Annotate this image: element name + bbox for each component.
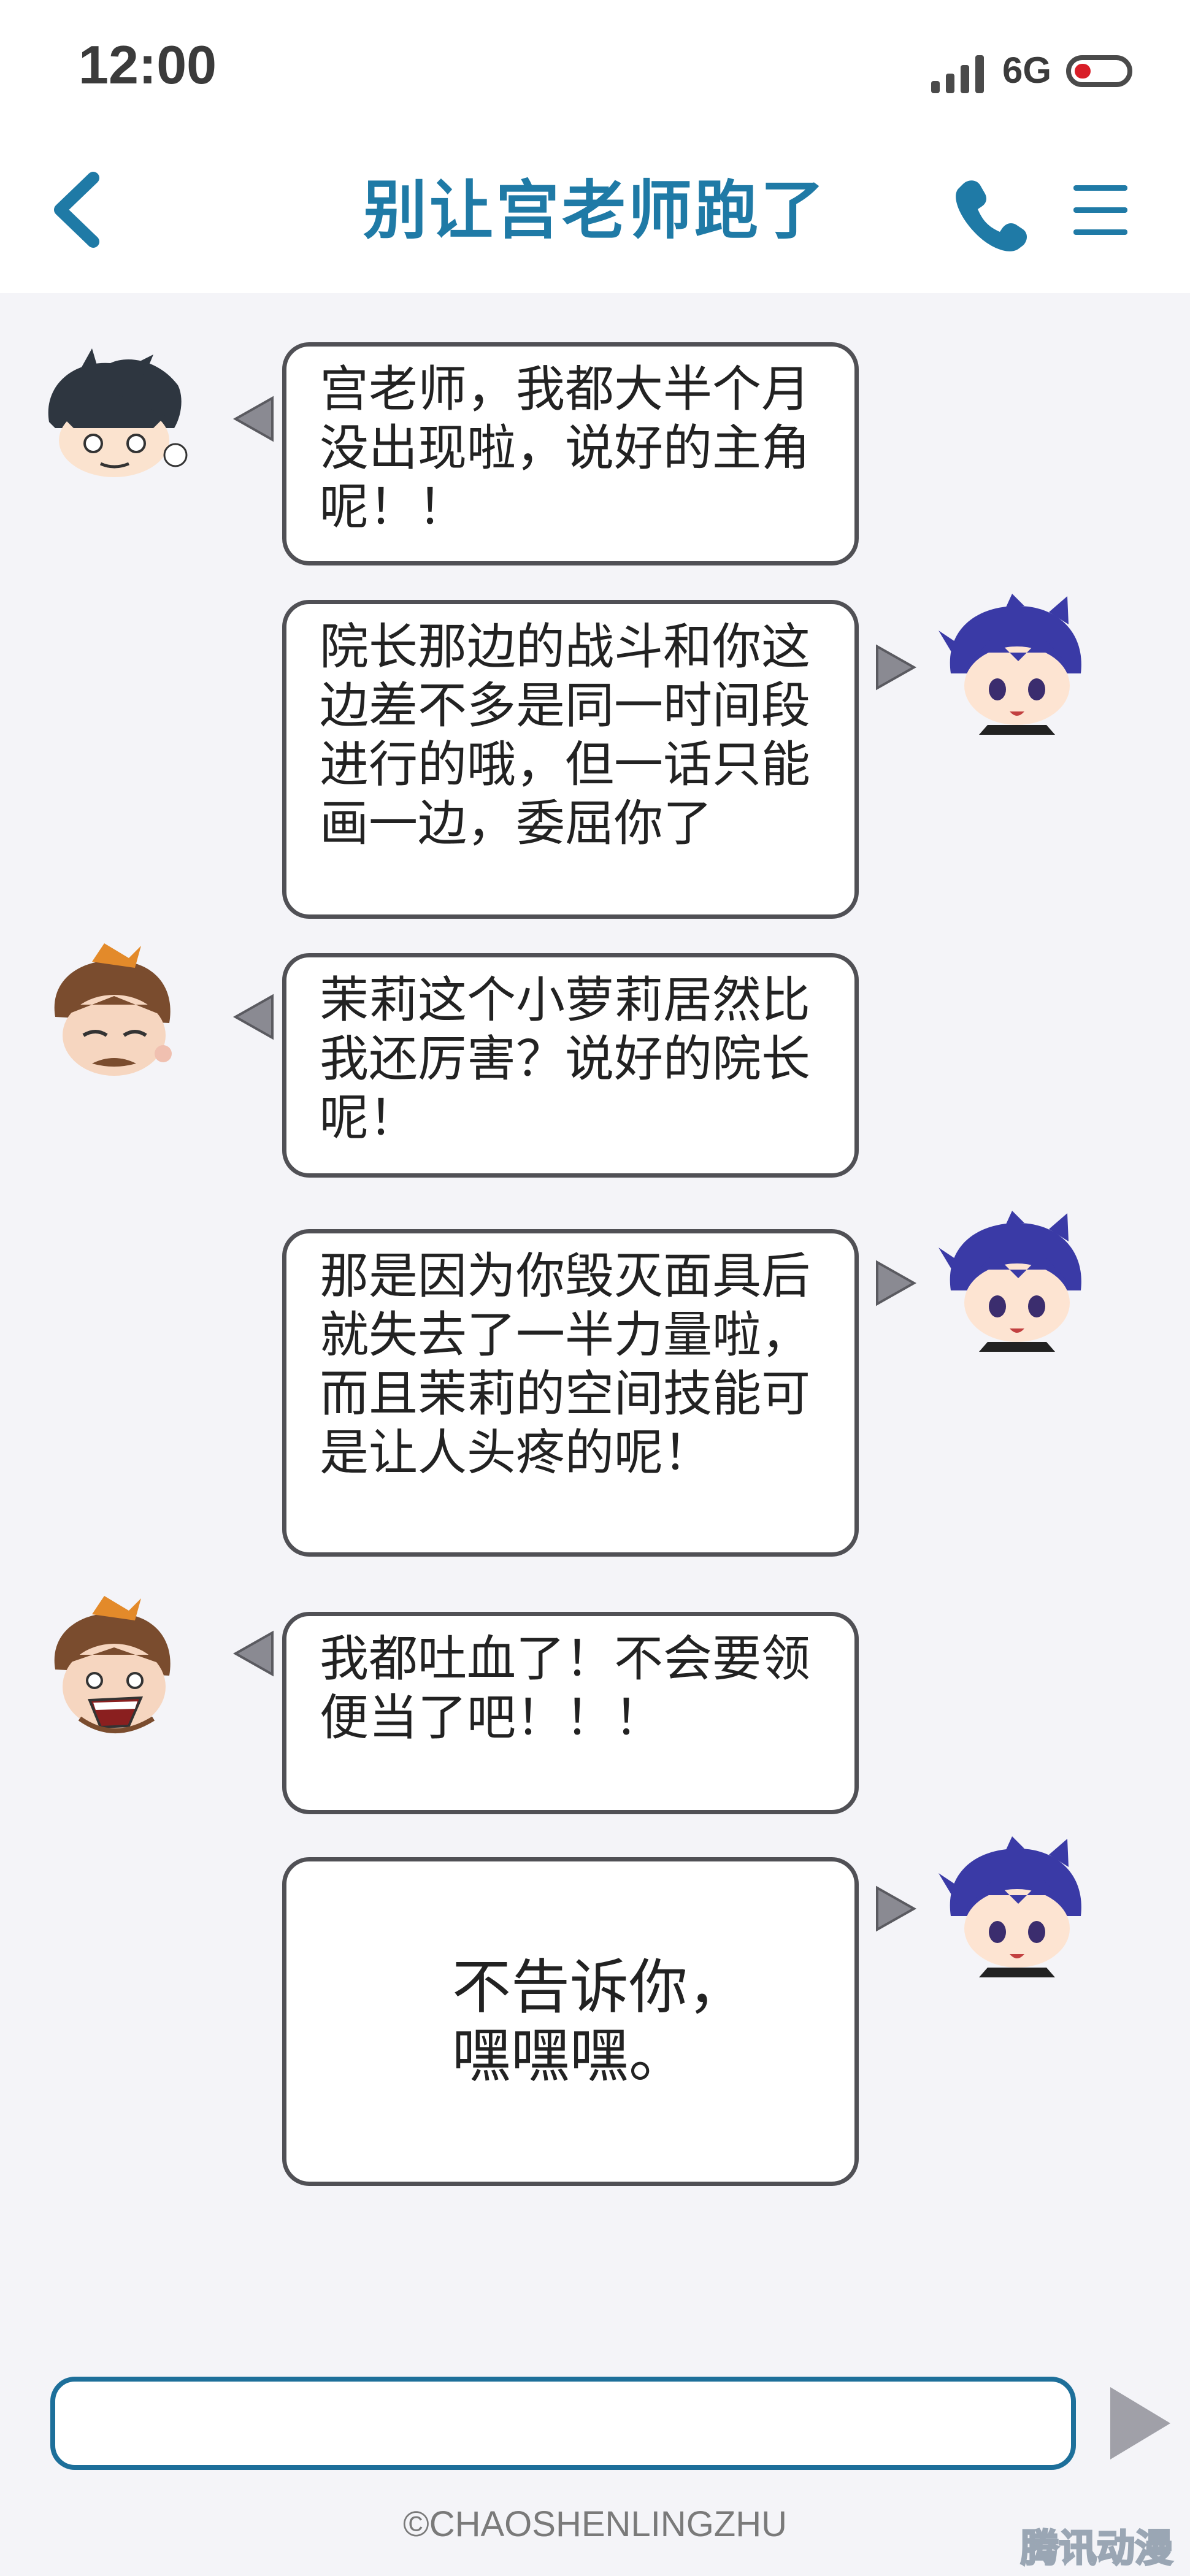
bubble-pointer-right-icon: [876, 1885, 917, 1932]
network-type: 6G: [1002, 50, 1052, 91]
brown-haired-man-avatar: [54, 943, 172, 1076]
message-bubble[interactable]: 院长那边的战斗和你这 边差不多是同一时间段 进行的哦，但一话只能 画一边，委屈你…: [282, 600, 859, 919]
message-bubble[interactable]: 茉莉这个小萝莉居然比 我还厉害？说好的院长 呢！: [282, 953, 859, 1178]
signal-bars-icon: [931, 55, 984, 93]
battery-level: [1075, 64, 1091, 79]
battery-low-icon: [1066, 55, 1132, 87]
message-bubble[interactable]: 那是因为你毁灭面具后 就失去了一半力量啦， 而且茉莉的空间技能可 是让人头疼的呢…: [282, 1229, 859, 1557]
status-time: 12:00: [79, 34, 217, 95]
dark-haired-boy-avatar: [48, 348, 188, 477]
blue-haired-boy-avatar: [939, 1836, 1081, 1977]
message-input[interactable]: [50, 2377, 1076, 2470]
menu-icon[interactable]: [1070, 179, 1131, 240]
message-bubble[interactable]: 不告诉你， 嘿嘿嘿。: [282, 1857, 859, 2186]
watermark-logo: 腾讯动漫: [1019, 2525, 1173, 2572]
chat-title: 别让宫老师跑了: [363, 173, 827, 248]
bubble-pointer-left-icon: [232, 1630, 274, 1677]
bubble-pointer-right-icon: [876, 1260, 917, 1306]
back-arrow-icon[interactable]: [43, 167, 110, 253]
chat-header: 别让宫老师跑了: [0, 135, 1190, 293]
message-list[interactable]: 宫老师，我都大半个月 没出现啦，说好的主角 呢！！ 院长那边的战斗和你这 边差不…: [0, 293, 1190, 2379]
blue-haired-boy-avatar: [939, 1211, 1081, 1352]
bubble-pointer-right-icon: [876, 644, 917, 691]
send-icon[interactable]: [1107, 2383, 1174, 2463]
message-bubble[interactable]: 宫老师，我都大半个月 没出现啦，说好的主角 呢！！: [282, 342, 859, 565]
phone-icon[interactable]: [950, 173, 1029, 253]
bubble-pointer-left-icon: [232, 396, 274, 442]
shouting-man-avatar: [54, 1596, 171, 1733]
blue-haired-boy-avatar: [939, 594, 1081, 735]
status-bar: 12:00 6G: [0, 0, 1190, 135]
bubble-pointer-left-icon: [232, 994, 274, 1040]
svg-text:腾讯动漫: 腾讯动漫: [1021, 2526, 1173, 2570]
message-bubble[interactable]: 我都吐血了！不会要领 便当了吧！！！: [282, 1612, 859, 1814]
